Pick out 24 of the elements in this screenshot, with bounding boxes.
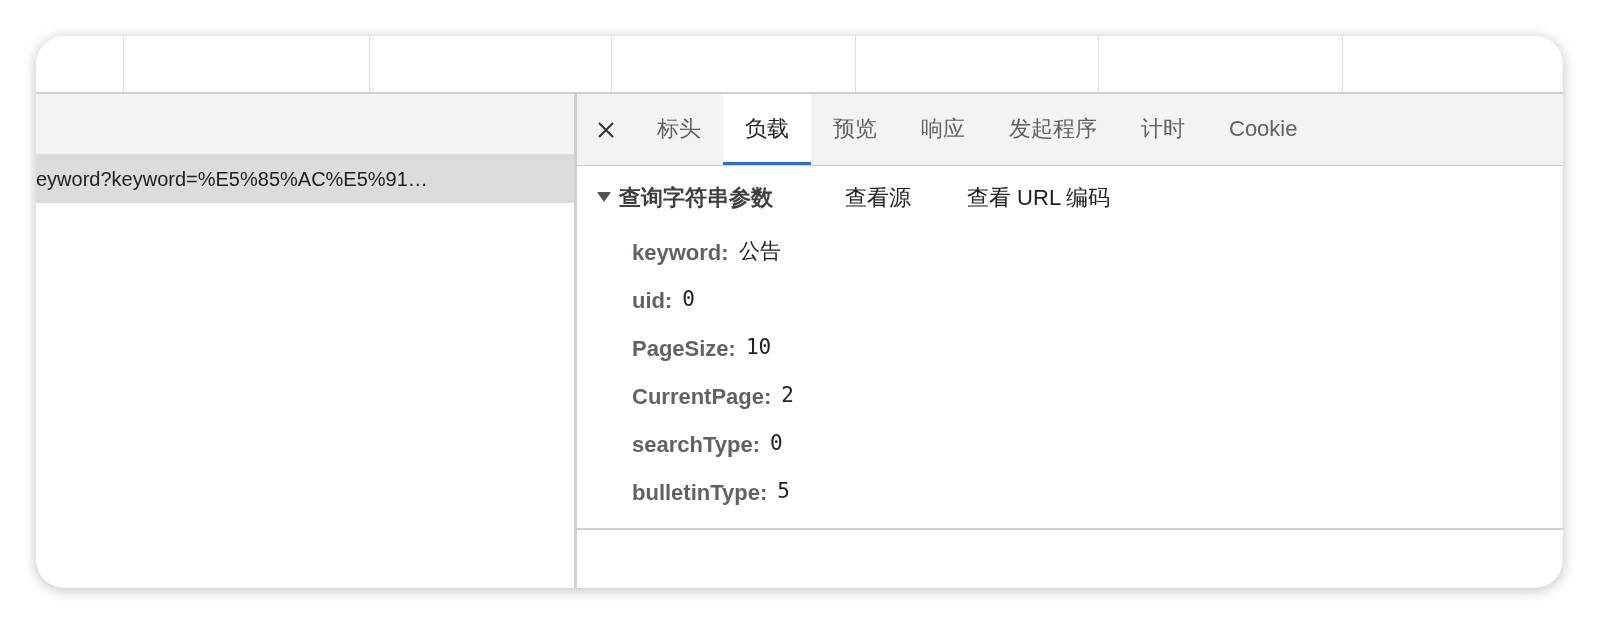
tab[interactable]: Cookie [1207,94,1320,165]
param-value: 公告 [738,238,781,266]
param-value: 5 [777,478,790,506]
param-key: CurrentPage: [632,379,772,413]
tab[interactable]: 计时 [1119,94,1207,165]
section-title: 查询字符串参数 [619,183,773,212]
tab[interactable]: 发起程序 [987,94,1119,165]
param-key: uid: [632,283,673,317]
param-key: searchType: [632,427,760,461]
param-key: bulletinType: [632,475,768,509]
param-key: PageSize: [632,331,736,365]
tab[interactable]: 预览 [811,94,899,165]
param-key: keyword: [632,235,729,269]
view-link[interactable]: 查看 URL 编码 [943,180,1135,214]
tab[interactable]: 响应 [899,94,987,165]
expand-toggle-icon[interactable] [597,190,611,204]
param-value: 10 [745,334,772,362]
param-value: 0 [682,286,695,314]
view-link[interactable]: 查看源 [821,180,935,214]
request-row[interactable]: eyword?keyword=%E5%85%AC%E5%91… [36,155,574,203]
param-value: 2 [781,382,794,410]
tab[interactable]: 负载 [723,94,811,165]
param-value: 0 [770,430,783,458]
tab[interactable]: 标头 [635,94,723,165]
